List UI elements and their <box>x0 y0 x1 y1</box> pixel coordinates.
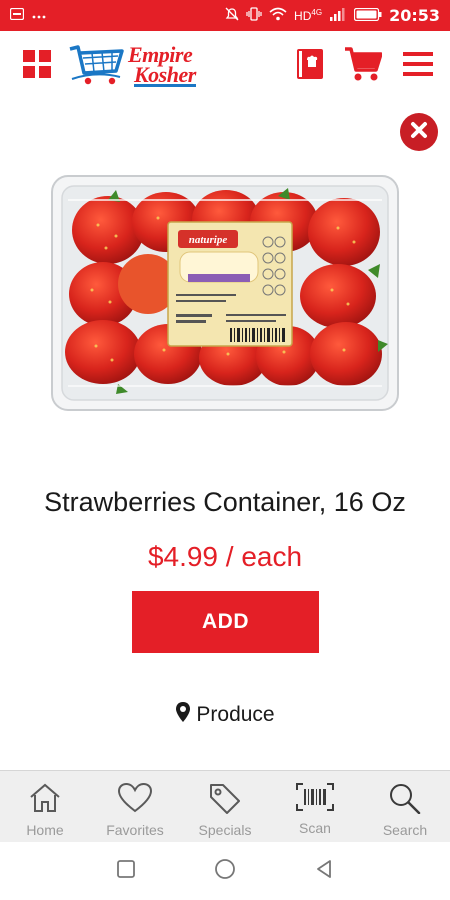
cart-button[interactable] <box>344 46 383 87</box>
status-bar: HD4G 20:53 <box>0 0 450 31</box>
map-pin-icon <box>175 701 191 729</box>
cart-icon <box>344 46 383 87</box>
network-type: HD4G <box>294 8 323 23</box>
recipe-book-icon <box>296 48 324 85</box>
battery-icon <box>353 7 382 24</box>
nav-specials-label: Specials <box>198 822 252 838</box>
shopping-cart-logo-icon <box>68 41 124 92</box>
nav-search[interactable]: Search <box>360 771 450 842</box>
product-name: Strawberries Container, 16 Oz <box>44 487 406 517</box>
nav-home[interactable]: Home <box>0 771 90 842</box>
app-header: Empire Kosher <box>0 31 450 101</box>
wifi-icon <box>269 7 287 24</box>
home-icon <box>28 782 62 819</box>
label-brand-text: naturipe <box>189 234 228 246</box>
logo[interactable]: Empire Kosher <box>68 41 196 92</box>
more-notifications-icon <box>32 8 46 23</box>
app-notification-icon <box>9 7 25 23</box>
menu-icon <box>402 50 434 83</box>
add-to-cart-button[interactable]: ADD <box>132 591 319 653</box>
department-link[interactable]: Produce <box>0 701 450 729</box>
menu-button[interactable] <box>402 50 434 83</box>
nav-specials[interactable]: Specials <box>180 771 270 842</box>
recipes-button[interactable] <box>296 48 324 85</box>
grid-icon <box>22 49 52 84</box>
product-image: naturipe <box>48 170 402 416</box>
nav-home-label: Home <box>26 822 64 838</box>
close-button[interactable] <box>400 113 438 151</box>
heart-icon <box>117 782 153 819</box>
nav-favorites[interactable]: Favorites <box>90 771 180 842</box>
barcode-icon <box>295 782 335 817</box>
bottom-nav: Home Favorites Specials Scan Search <box>0 770 450 842</box>
department-label: Produce <box>196 703 275 726</box>
nav-favorites-label: Favorites <box>106 822 164 838</box>
search-icon <box>388 782 422 819</box>
close-icon <box>410 121 428 144</box>
mute-icon <box>225 7 239 24</box>
vibrate-icon <box>246 7 262 24</box>
signal-icon <box>329 7 347 24</box>
system-nav-bar <box>0 842 450 900</box>
back-button[interactable] <box>314 859 334 884</box>
recents-button[interactable] <box>116 859 136 884</box>
categories-grid-button[interactable] <box>22 49 52 84</box>
tag-icon <box>208 782 242 819</box>
logo-text-line2: Kosher <box>134 61 196 88</box>
home-system-button[interactable] <box>214 858 236 885</box>
clock: 20:53 <box>389 6 440 25</box>
nav-scan-label: Scan <box>299 820 331 836</box>
nav-scan[interactable]: Scan <box>270 771 360 842</box>
nav-search-label: Search <box>382 822 428 838</box>
product-price: $4.99 / each <box>147 541 303 572</box>
